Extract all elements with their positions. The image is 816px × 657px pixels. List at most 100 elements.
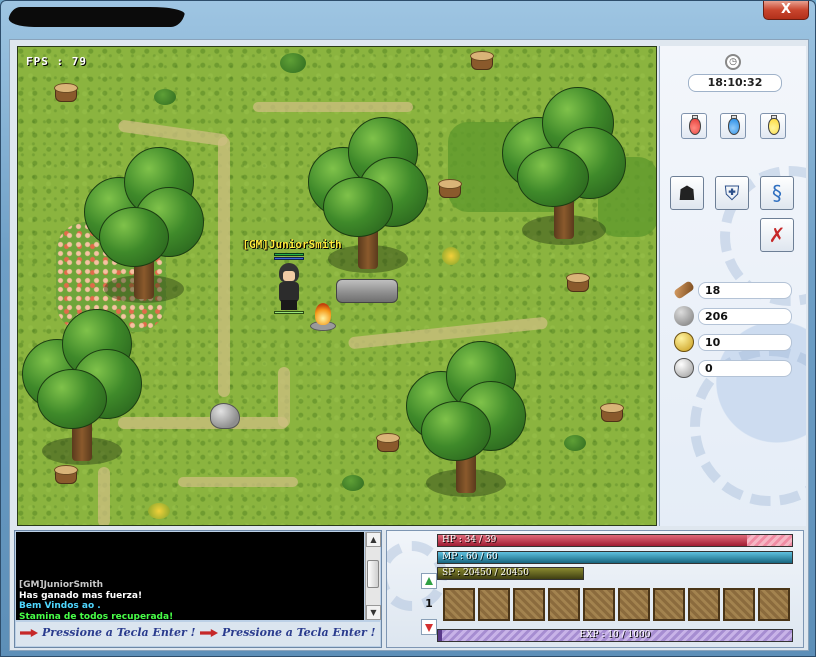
resource-wood: 18 <box>672 280 796 300</box>
stone-count: 206 <box>698 308 792 325</box>
game-clock: 18:10:32 <box>688 74 782 92</box>
player-mp-mini-bar <box>274 257 304 260</box>
blue-potion-button[interactable] <box>720 113 746 139</box>
red-potion-icon <box>689 118 701 135</box>
client-area: FPS : 79 [GM]JuniorSmith ◷ 18:10:32 ☗ ⛨ … <box>9 39 809 651</box>
chat-log[interactable]: [GM]JuniorSmith Has ganado mas fuerza! B… <box>16 532 364 620</box>
oak-tree <box>502 87 627 247</box>
dirt-path <box>253 102 413 112</box>
dirt-path <box>118 417 288 429</box>
tree-stump <box>436 179 464 201</box>
resource-gold: 10 <box>674 332 796 352</box>
dirt-path <box>278 367 290 427</box>
close-button[interactable]: X <box>763 1 809 20</box>
skill-scroll-icon: § <box>772 181 782 205</box>
scroll-up-button[interactable]: ▲ <box>366 532 381 547</box>
mp-bar: MP : 60 / 60 <box>437 551 793 564</box>
character-button[interactable]: ☗ <box>670 176 704 210</box>
chat-prompt-text: Pressione a Tecla Enter ! <box>42 626 196 639</box>
boulder <box>210 403 240 429</box>
resource-stone: 206 <box>674 306 796 326</box>
hotbar-slot[interactable] <box>653 588 685 621</box>
oak-tree <box>22 309 142 469</box>
wood-log-icon <box>672 280 696 300</box>
player-stamina-mini-bar <box>274 311 304 314</box>
bush <box>564 435 586 451</box>
scroll-thumb[interactable] <box>367 560 379 588</box>
dirt-path <box>98 467 110 525</box>
bush <box>154 89 176 105</box>
settings-button[interactable]: ✗ <box>760 218 794 252</box>
red-potion-button[interactable] <box>681 113 707 139</box>
game-viewport[interactable]: FPS : 79 [GM]JuniorSmith <box>17 46 657 526</box>
chat-line: [GM]JuniorSmith <box>19 580 104 590</box>
wood-count: 18 <box>698 282 792 299</box>
resource-silver: 0 <box>674 358 796 378</box>
tree-stump <box>598 403 626 425</box>
hotbar-slot[interactable] <box>688 588 720 621</box>
hotbar-slot[interactable] <box>548 588 580 621</box>
tree-stump <box>564 273 592 295</box>
oak-tree <box>84 147 204 307</box>
redacted-title <box>6 7 187 27</box>
equipment-button[interactable]: ⛨ <box>715 176 749 210</box>
tree-stump <box>52 83 80 105</box>
mp-label: MP : 60 / 60 <box>442 552 498 562</box>
title-bar[interactable]: X <box>1 1 816 33</box>
status-panel: HP : 34 / 39 MP : 60 / 60 SP : 20450 / 2… <box>386 530 804 648</box>
hotbar <box>443 588 793 621</box>
hotbar-slot[interactable] <box>513 588 545 621</box>
hp-label: HP : 34 / 39 <box>442 535 497 545</box>
red-arrow-icon <box>20 629 38 637</box>
chat-input[interactable]: Pressione a Tecla Enter ! Pressione a Te… <box>16 622 380 646</box>
chat-scrollbar[interactable]: ▲ ▼ <box>365 532 381 620</box>
bush <box>148 503 170 519</box>
oak-tree <box>308 117 428 277</box>
exp-label: EXP : 10 / 1000 <box>579 630 651 640</box>
fallen-log <box>336 279 398 303</box>
shield-icon: ⛨ <box>724 181 740 205</box>
hotbar-slot[interactable] <box>583 588 615 621</box>
red-arrow-icon <box>200 629 218 637</box>
hotbar-slot[interactable] <box>443 588 475 621</box>
hotbar-slot[interactable] <box>758 588 790 621</box>
sp-label: SP : 20450 / 20450 <box>442 568 529 578</box>
yellow-potion-icon <box>768 118 780 135</box>
scroll-down-button[interactable]: ▼ <box>366 605 381 620</box>
sp-bar: SP : 20450 / 20450 <box>437 567 584 580</box>
game-window: X FPS : 79 [GM]JuniorSmith ◷ 18:10:32 ☗ … <box>0 0 816 657</box>
yellow-potion-button[interactable] <box>760 113 786 139</box>
tree-stump <box>468 51 496 73</box>
gold-coins-icon <box>674 332 694 352</box>
chat-prompt-text: Pressione a Tecla Enter ! <box>222 626 376 639</box>
dirt-path <box>178 477 298 487</box>
chat-line: Bem Vindos ao . <box>19 601 101 611</box>
fps-counter: FPS : 79 <box>26 55 87 68</box>
bush <box>342 475 364 491</box>
hotbar-page-number: 1 <box>425 597 433 610</box>
stone-ore-icon <box>674 306 694 326</box>
hotbar-page-up-button[interactable] <box>421 573 437 589</box>
hotbar-slot[interactable] <box>618 588 650 621</box>
skills-button[interactable]: § <box>760 176 794 210</box>
hotbar-page-down-button[interactable] <box>421 619 437 635</box>
blue-potion-icon <box>728 118 740 135</box>
bush <box>280 53 306 73</box>
dirt-path <box>218 137 230 397</box>
tree-stump <box>374 433 402 455</box>
silver-count: 0 <box>698 360 792 377</box>
chat-line: Stamina de todos recuperada! <box>19 611 174 621</box>
oak-tree <box>406 341 526 501</box>
tools-icon: ✗ <box>768 223 786 247</box>
chat-line: Has ganado mas fuerza! <box>19 590 143 601</box>
silver-coins-icon <box>674 358 694 378</box>
hotbar-slot[interactable] <box>478 588 510 621</box>
player-name-tag: [GM]JuniorSmith <box>242 238 342 251</box>
hotbar-slot[interactable] <box>723 588 755 621</box>
player-character[interactable]: [GM]JuniorSmith <box>242 238 342 312</box>
character-icon: ☗ <box>678 181 696 205</box>
campfire[interactable] <box>308 303 338 333</box>
hp-bar: HP : 34 / 39 <box>437 534 793 547</box>
exp-bar: EXP : 10 / 1000 <box>437 629 793 642</box>
player-hp-mini-bar <box>274 253 304 256</box>
